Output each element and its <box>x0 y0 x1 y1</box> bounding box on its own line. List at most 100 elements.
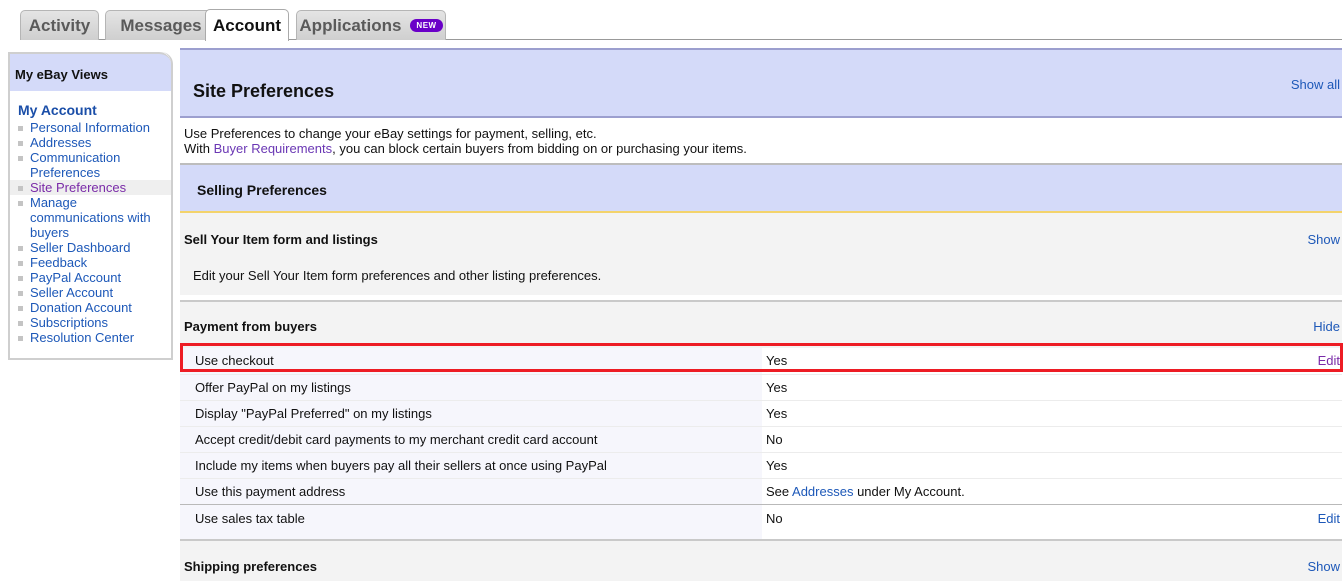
pref-label: Use this payment address <box>180 478 762 505</box>
new-badge: NEW <box>410 19 443 32</box>
bullet-icon <box>18 276 23 281</box>
table-row: Use this payment address See Addresses u… <box>180 478 1342 505</box>
sidebar-item-seller-account[interactable]: Seller Account <box>10 285 171 300</box>
pref-action: Edit <box>1282 348 1342 375</box>
sidebar-item-paypal-account[interactable]: PayPal Account <box>10 270 171 285</box>
pref-action <box>1282 452 1342 479</box>
tab-account[interactable]: Account <box>205 9 289 41</box>
sidebar-item-label: Resolution Center <box>30 330 135 345</box>
sidebar-item-label: Site Preferences <box>30 180 127 195</box>
bullet-icon <box>18 126 23 131</box>
site-preferences-header: Site Preferences Show all <box>180 48 1342 118</box>
pref-action <box>1282 426 1342 453</box>
show-all-link[interactable]: Show all <box>1291 77 1340 92</box>
sidebar-item-resolution-center[interactable]: Resolution Center <box>10 330 171 345</box>
sidebar-item-label: Donation Account <box>30 300 132 315</box>
sidebar-item-label: Communication Preferences <box>30 150 121 180</box>
sidebar-item-seller-dashboard[interactable]: Seller Dashboard <box>10 240 171 255</box>
section-title-row: Payment from buyers Hide <box>180 302 1342 348</box>
tab-label: Applications <box>299 15 402 35</box>
intro-text-prefix: With <box>184 141 214 156</box>
show-shipping-link[interactable]: Show <box>1307 559 1340 574</box>
sidebar-item-feedback[interactable]: Feedback <box>10 255 171 270</box>
table-row: Offer PayPal on my listings Yes <box>180 374 1342 401</box>
sidebar-section-title[interactable]: My Account <box>18 102 171 118</box>
tab-label: Account <box>213 15 281 35</box>
selling-preferences-header: Selling Preferences <box>180 165 1342 213</box>
tab-bar: Activity Messages Account Applications NE… <box>20 9 1342 41</box>
pref-value: Yes <box>762 374 1282 401</box>
sidebar-item-subscriptions[interactable]: Subscriptions <box>10 315 171 330</box>
sidebar: My eBay Views My Account Personal Inform… <box>8 52 173 360</box>
table-row: Use sales tax table No Edit <box>180 504 1342 541</box>
bullet-icon <box>18 246 23 251</box>
pref-action <box>1282 374 1342 401</box>
pref-label: Use sales tax table <box>180 504 762 541</box>
bullet-icon <box>18 291 23 296</box>
pref-value: Yes <box>762 452 1282 479</box>
sidebar-item-label: Addresses <box>30 135 92 150</box>
selling-preferences-title: Selling Preferences <box>197 182 327 198</box>
bullet-icon <box>18 186 23 191</box>
sidebar-item-donation-account[interactable]: Donation Account <box>10 300 171 315</box>
section-title: Sell Your Item form and listings <box>184 232 378 247</box>
edit-sales-tax-link[interactable]: Edit <box>1318 511 1340 526</box>
sidebar-item-label: Subscriptions <box>30 315 109 330</box>
bullet-icon <box>18 336 23 341</box>
addresses-link[interactable]: Addresses <box>792 484 853 499</box>
sidebar-item-communication-preferences[interactable]: Communication Preferences <box>10 150 171 180</box>
main-panel: Site Preferences Show all Use Preference… <box>180 48 1342 581</box>
pref-action <box>1282 478 1342 505</box>
intro-text-suffix: , you can block certain buyers from bidd… <box>332 141 747 156</box>
divider <box>180 295 1342 302</box>
tab-messages[interactable]: Messages <box>105 10 217 40</box>
table-row: Use checkout Yes Edit <box>180 348 1342 375</box>
edit-use-checkout-link[interactable]: Edit <box>1318 353 1340 368</box>
value-prefix: See <box>766 483 793 499</box>
section-title: Payment from buyers <box>184 319 317 334</box>
page-title: Site Preferences <box>193 81 335 101</box>
sidebar-item-label: Feedback <box>30 255 88 270</box>
show-sell-your-item-link[interactable]: Show <box>1307 232 1340 247</box>
pref-label: Offer PayPal on my listings <box>180 374 762 401</box>
tab-label: Activity <box>28 15 91 35</box>
hide-payment-link[interactable]: Hide <box>1313 319 1340 334</box>
sidebar-header: My eBay Views <box>10 52 171 91</box>
sidebar-item-label: Seller Dashboard <box>30 240 131 255</box>
pref-label: Include my items when buyers pay all the… <box>180 452 762 479</box>
sidebar-item-manage-communications[interactable]: Manage communications with buyers <box>10 195 171 240</box>
pref-value: Yes <box>762 348 1282 375</box>
sidebar-item-label: Manage communications with buyers <box>30 195 151 240</box>
buyer-requirements-link[interactable]: Buyer Requirements <box>214 141 333 156</box>
intro-line-2: With Buyer Requirements, you can block c… <box>184 141 1342 156</box>
bullet-icon <box>18 141 23 146</box>
value-suffix: under My Account. <box>853 483 965 499</box>
bullet-icon <box>18 201 23 206</box>
section-title-row: Sell Your Item form and listings Show <box>180 213 1342 261</box>
sidebar-item-personal-information[interactable]: Personal Information <box>10 120 171 135</box>
bullet-icon <box>18 156 23 161</box>
payment-section: Payment from buyers Hide <box>180 302 1342 348</box>
pref-value: See Addresses under My Account. <box>762 478 1282 505</box>
sell-your-item-section: Sell Your Item form and listings Show Ed… <box>180 213 1342 295</box>
sidebar-item-addresses[interactable]: Addresses <box>10 135 171 150</box>
bullet-icon <box>18 321 23 326</box>
pref-action <box>1282 400 1342 427</box>
sidebar-item-site-preferences[interactable]: Site Preferences <box>10 180 171 195</box>
pref-label: Display "PayPal Preferred" on my listing… <box>180 400 762 427</box>
pref-label: Use checkout <box>180 348 762 375</box>
sidebar-item-label: Seller Account <box>30 285 114 300</box>
pref-action: Edit <box>1282 504 1342 541</box>
section-title: Shipping preferences <box>184 559 317 574</box>
tab-applications[interactable]: Applications NEW <box>296 10 446 40</box>
pref-value: No <box>762 504 1282 541</box>
table-row: Accept credit/debit card payments to my … <box>180 426 1342 453</box>
table-row: Include my items when buyers pay all the… <box>180 452 1342 479</box>
intro-text: Use Preferences to change your eBay sett… <box>180 118 1342 165</box>
pref-label: Accept credit/debit card payments to my … <box>180 426 762 453</box>
tab-activity[interactable]: Activity <box>20 10 99 40</box>
tab-label: Messages <box>120 15 202 35</box>
section-description: Edit your Sell Your Item form preference… <box>193 268 602 283</box>
pref-value: Yes <box>762 400 1282 427</box>
sidebar-list: Personal Information Addresses Communica… <box>10 120 171 345</box>
